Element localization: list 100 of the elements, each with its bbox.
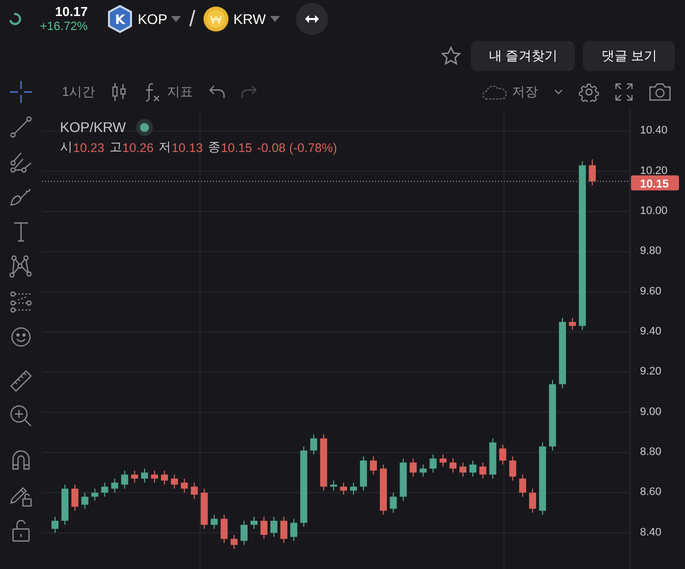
candle [170,474,178,490]
prediction-tool-icon[interactable] [9,290,33,314]
caret-icon[interactable] [171,16,182,22]
pair-separator: / [189,6,196,32]
candle [489,438,496,480]
ohlc-label: 종 [208,139,221,156]
candle [430,454,437,474]
candle [111,478,118,494]
pitchfork-tool-icon[interactable] [9,150,33,174]
base-symbol[interactable]: KOP [138,11,168,27]
candle [529,488,536,514]
caret-icon[interactable] [270,16,280,22]
price-axis-label: 9.00 [640,406,662,418]
coin-logo-icon: K [106,5,134,33]
symbol-title: KOP/KRW [60,119,126,135]
indicators-button[interactable]: 지표 [167,82,194,100]
price-axis-label: 8.80 [640,446,662,458]
coin-logo-icon [203,6,230,32]
candle [479,462,486,480]
trendline-tool-icon[interactable] [9,115,33,139]
candle [568,317,576,330]
candle [180,478,188,494]
undo-icon[interactable] [209,84,226,98]
candle [91,488,98,502]
candle [200,488,208,530]
ohlc-label: 저 [158,139,172,156]
interval-selector[interactable]: 1시간 [62,82,96,100]
ohlc-label: 시 [60,139,73,156]
star-icon[interactable] [440,46,461,66]
candle [400,458,407,502]
loading-spinner-icon [8,12,22,26]
candle [509,456,516,482]
candle [390,492,397,514]
price-axis-label: 8.60 [640,486,662,498]
header-button[interactable]: 내 즐겨찾기 [470,41,576,71]
candle [360,456,367,492]
price-axis-label: 9.40 [640,325,662,338]
header-button[interactable]: 댓글 보기 [583,41,675,71]
candle [340,482,348,496]
candle [270,516,278,538]
candle [230,534,238,550]
save-button[interactable]: 저장 [512,82,538,100]
candle [469,460,476,478]
ruler-tool-icon[interactable] [9,369,33,393]
candle [558,317,566,389]
candle [61,484,68,526]
emoji-tool-icon[interactable] [9,325,33,349]
candle [52,516,58,534]
price-change: +16.72% [40,19,88,33]
function-icon[interactable] [143,82,162,102]
candle [101,482,108,498]
candlestick-icon[interactable] [111,82,128,102]
candle [220,514,228,544]
candle [210,514,218,530]
fullscreen-icon[interactable] [615,82,633,100]
price-axis-label: 10.40 [640,124,668,137]
candle [160,470,168,486]
candle [549,380,556,451]
candle [151,470,158,484]
candle [380,464,387,516]
ohlc-value: 10.23 [73,140,104,154]
price-axis-label: 9.80 [640,245,662,258]
ohlc-value: 10.26 [122,140,154,154]
legend-change: -0.08 (-0.78%) [257,140,338,154]
candle [250,516,258,530]
candle [350,482,357,496]
candle [71,484,78,512]
current-price: 10.17 [55,5,88,19]
camera-icon[interactable] [649,82,671,100]
status-dot [140,122,149,132]
chevron-down-icon[interactable] [554,88,563,94]
settings-icon[interactable] [579,82,599,102]
crosshair-tool-icon[interactable] [9,80,33,104]
candle [121,470,128,490]
candle [280,516,288,544]
swap-button[interactable] [296,3,328,35]
candle [81,492,88,510]
price-axis-label: 9.60 [640,285,662,298]
candle [499,444,506,466]
cloud-icon[interactable] [482,84,508,100]
candle [141,468,148,484]
last-price-label: 10.15 [640,178,669,190]
candle [131,470,138,484]
candle [190,482,198,500]
ohlc-value: 10.13 [172,140,203,154]
candle [320,434,328,492]
candle [310,434,318,455]
zoom-tool-icon[interactable] [9,404,33,428]
candle [330,480,338,492]
price-axis-label: 10.20 [640,164,668,177]
candle [450,458,456,474]
candle [459,462,466,478]
quote-symbol[interactable]: KRW [233,11,266,27]
ohlc-value: 10.15 [220,140,252,154]
candle [260,516,268,540]
pattern-tool-icon[interactable] [9,255,33,279]
candle [290,518,298,542]
price-axis-label: 9.20 [640,366,662,378]
last-price-tag [631,175,679,190]
double-arrow-icon [304,14,320,24]
